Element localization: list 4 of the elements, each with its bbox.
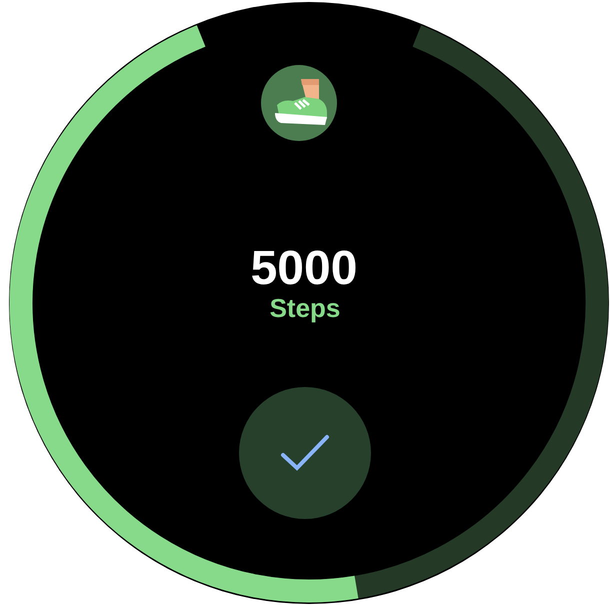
- step-goal-value: 5000: [250, 245, 358, 293]
- step-goal-label: Steps: [270, 295, 340, 321]
- check-icon: [280, 434, 330, 472]
- sneaker-icon: [261, 65, 337, 141]
